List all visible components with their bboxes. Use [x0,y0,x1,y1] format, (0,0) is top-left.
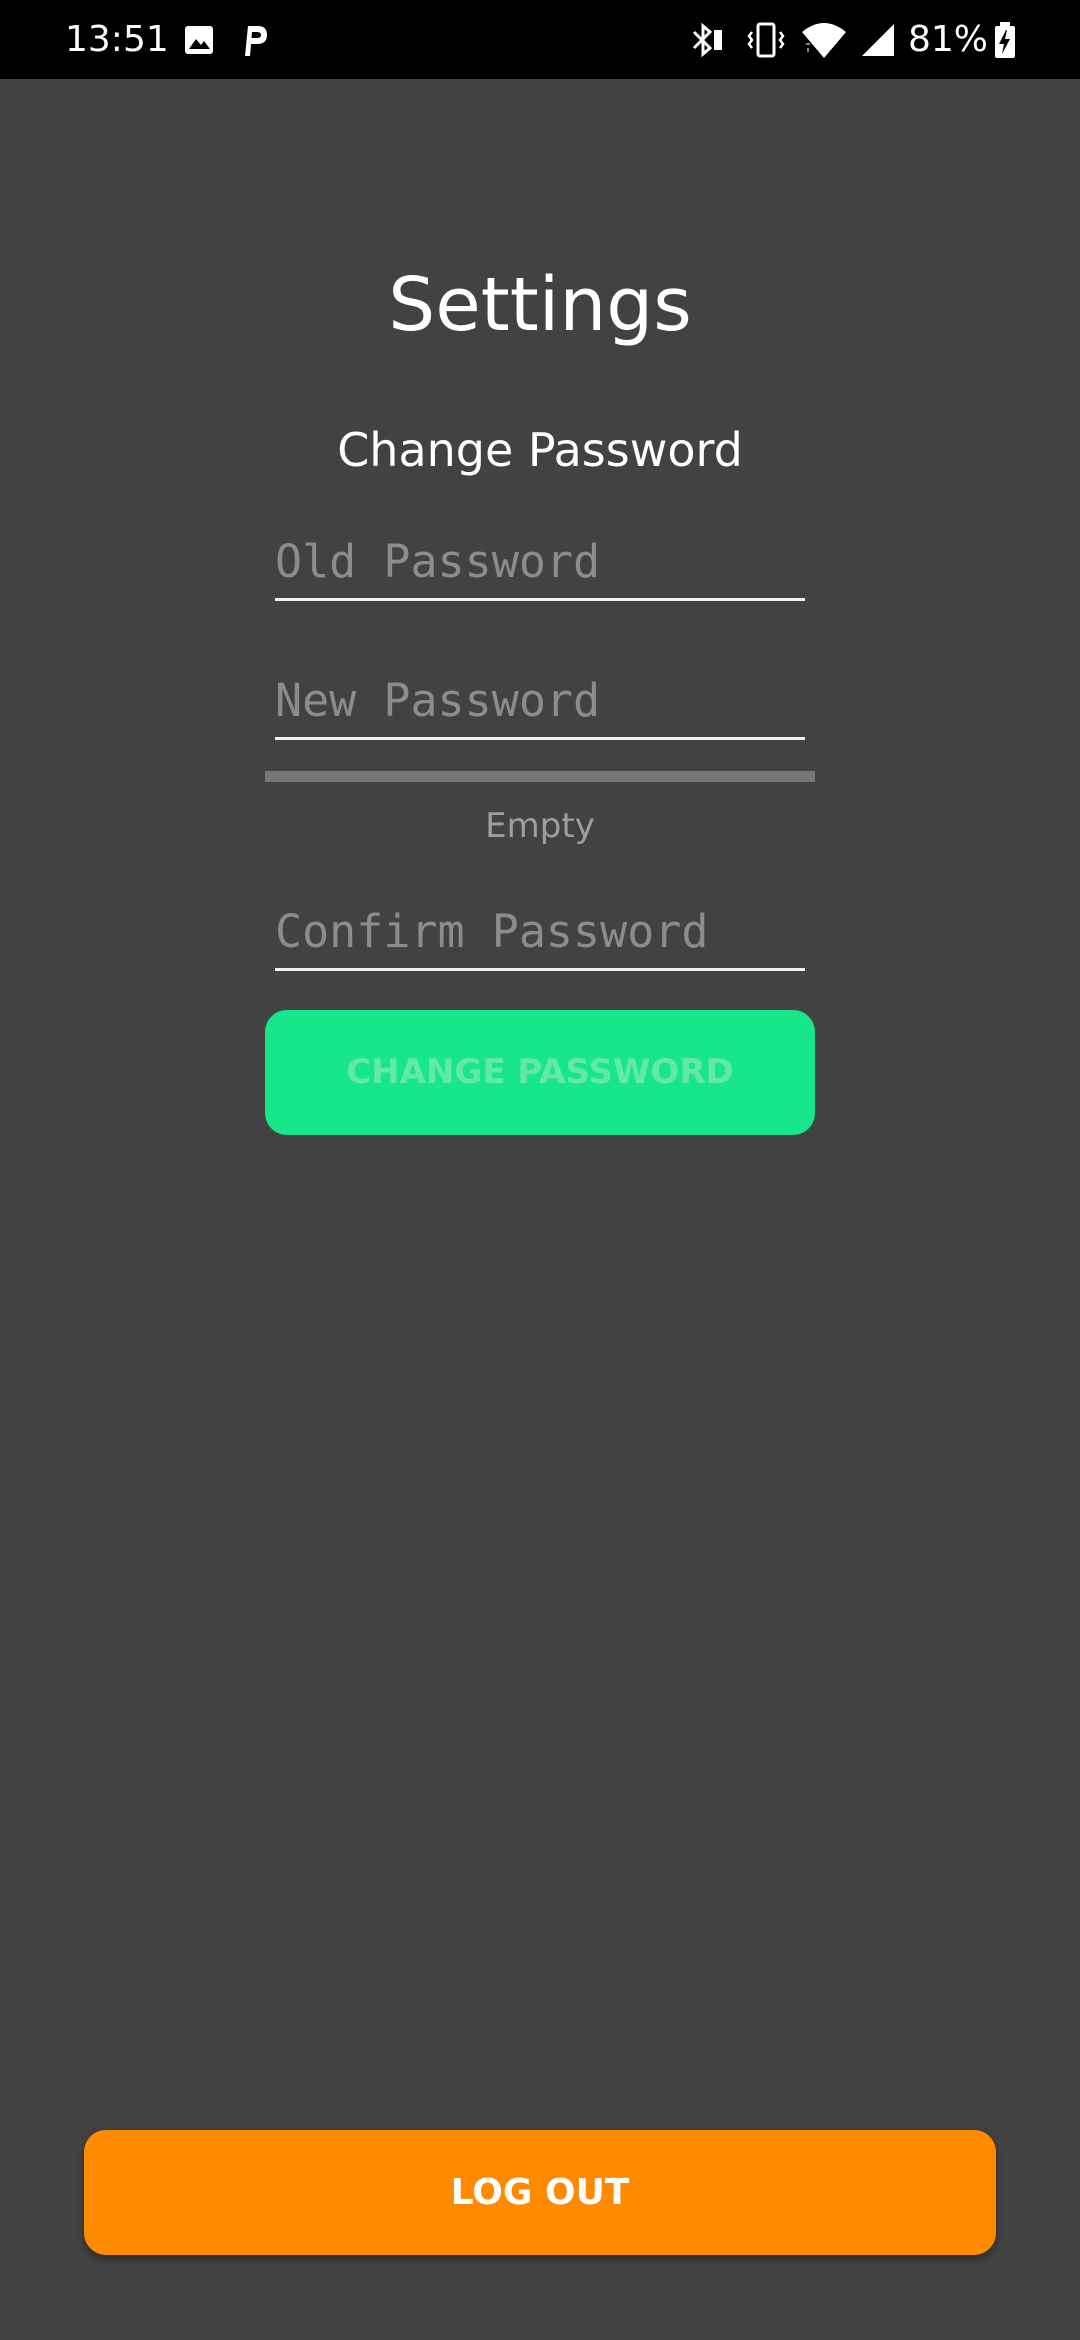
password-strength-label: Empty [485,806,595,846]
cell-signal-icon [862,24,894,56]
logout-button[interactable]: LOG OUT [84,2130,996,2255]
new-password-field-container [275,667,805,740]
battery-charging-icon [995,22,1015,58]
change-password-button[interactable]: CHANGE PASSWORD [265,1010,815,1135]
section-title: Change Password [337,423,743,477]
old-password-input[interactable] [275,528,805,594]
settings-screen: 13:51 81% Settings Change Password Empty… [0,0,1080,2340]
gallery-icon [185,26,213,54]
confirm-password-field-container [275,898,805,971]
parking-p-icon [245,26,267,56]
old-password-field-container [275,528,805,601]
confirm-password-input[interactable] [275,898,805,964]
battery-percent: 81% [908,19,989,60]
new-password-input[interactable] [275,667,805,733]
bluetooth-icon [692,22,722,58]
status-time: 13:51 [65,19,169,60]
password-strength-bar [265,771,815,782]
status-bar: 13:51 81% [0,0,1080,79]
vibrate-icon [747,22,785,58]
page-title: Settings [388,262,692,348]
wifi-icon [802,23,846,58]
